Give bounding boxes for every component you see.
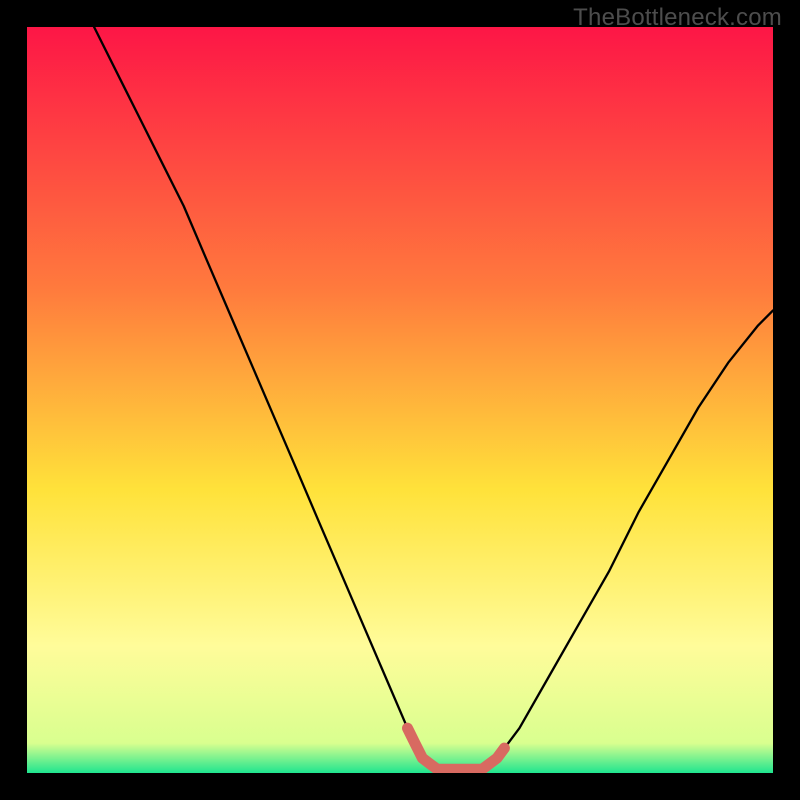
chart-svg: [27, 27, 773, 773]
plot-area: [27, 27, 773, 773]
gradient-background: [27, 27, 773, 773]
chart-frame: TheBottleneck.com: [0, 0, 800, 800]
watermark-text: TheBottleneck.com: [573, 4, 782, 32]
